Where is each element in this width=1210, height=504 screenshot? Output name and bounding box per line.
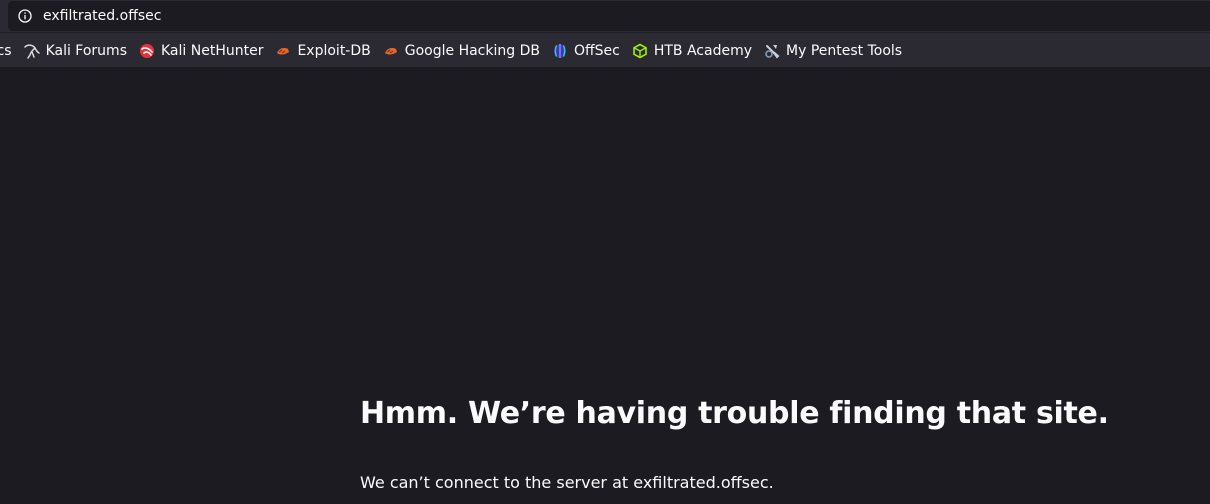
bookmark-label: HTB Academy bbox=[653, 43, 753, 59]
offsec-icon bbox=[552, 43, 568, 59]
error-page-title: Hmm. We’re having trouble finding that s… bbox=[360, 396, 1109, 431]
bookmarks-toolbar: ocs Kali Forums Kali NetHunter bbox=[0, 36, 910, 66]
exploit-db-icon bbox=[275, 43, 291, 59]
pentest-tools-icon bbox=[764, 43, 780, 59]
bookmark-label: Google Hacking DB bbox=[404, 43, 540, 59]
toolbar-divider bbox=[0, 32, 1210, 33]
url-text[interactable]: exfiltrated.offsec bbox=[43, 8, 161, 24]
bookmark-offsec[interactable]: OffSec bbox=[548, 38, 624, 64]
error-description: We can’t connect to the server at exfilt… bbox=[360, 473, 774, 492]
bookmark-label: Exploit-DB bbox=[297, 43, 371, 59]
info-icon[interactable] bbox=[18, 9, 32, 23]
address-bar[interactable]: exfiltrated.offsec bbox=[8, 1, 1210, 31]
bookmark-docs[interactable]: ocs bbox=[0, 38, 16, 64]
htb-icon bbox=[632, 43, 648, 59]
bookmark-my-pentest-tools[interactable]: My Pentest Tools bbox=[760, 38, 906, 64]
bookmark-label: Kali Forums bbox=[45, 43, 127, 59]
bookmark-kali-forums[interactable]: Kali Forums bbox=[20, 38, 131, 64]
bookmark-label: OffSec bbox=[573, 43, 620, 59]
kali-dragon-icon bbox=[23, 43, 40, 59]
bookmark-label: ocs bbox=[0, 43, 12, 59]
bookmark-google-hacking-db[interactable]: Google Hacking DB bbox=[379, 38, 544, 64]
bookmark-htb-academy[interactable]: HTB Academy bbox=[628, 38, 756, 64]
bookmark-label: Kali NetHunter bbox=[161, 43, 264, 59]
browser-toolbar: exfiltrated.offsec ocs Kali Forums Kali … bbox=[0, 0, 1210, 67]
bookmark-label: My Pentest Tools bbox=[786, 43, 903, 59]
bookmark-kali-nethunter[interactable]: Kali NetHunter bbox=[135, 38, 267, 64]
nethunter-icon bbox=[139, 43, 155, 59]
bookmark-exploit-db[interactable]: Exploit-DB bbox=[271, 38, 374, 64]
ghdb-icon bbox=[383, 43, 399, 59]
